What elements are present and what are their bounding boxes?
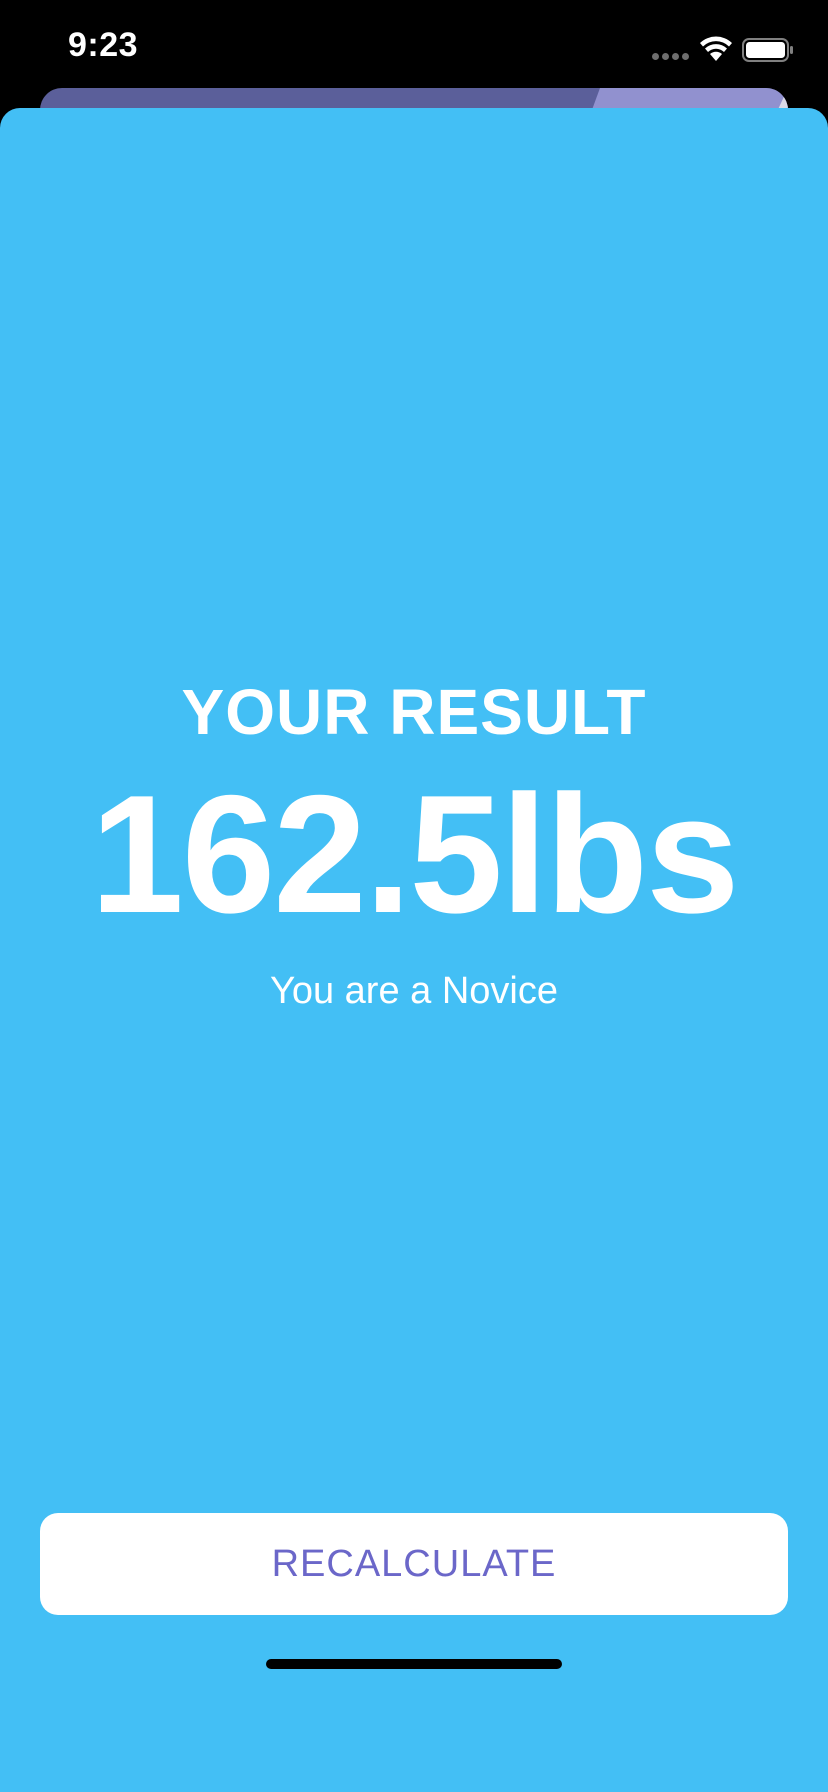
recalculate-button[interactable]: RECALCULATE [40, 1513, 788, 1615]
battery-icon [742, 38, 793, 62]
home-indicator[interactable] [266, 1659, 562, 1669]
status-bar: 9:23 [0, 0, 828, 100]
app-screen: 9:23 YOUR RESULT 162.5lbs You are a Novi… [0, 0, 828, 1792]
wifi-icon [700, 36, 732, 61]
signal-dots-icon [652, 53, 690, 61]
result-title: YOUR RESULT [181, 676, 647, 748]
result-level-text: You are a Novice [269, 970, 558, 1012]
status-time: 9:23 [68, 26, 139, 64]
result-value: 162.5lbs [90, 760, 739, 948]
